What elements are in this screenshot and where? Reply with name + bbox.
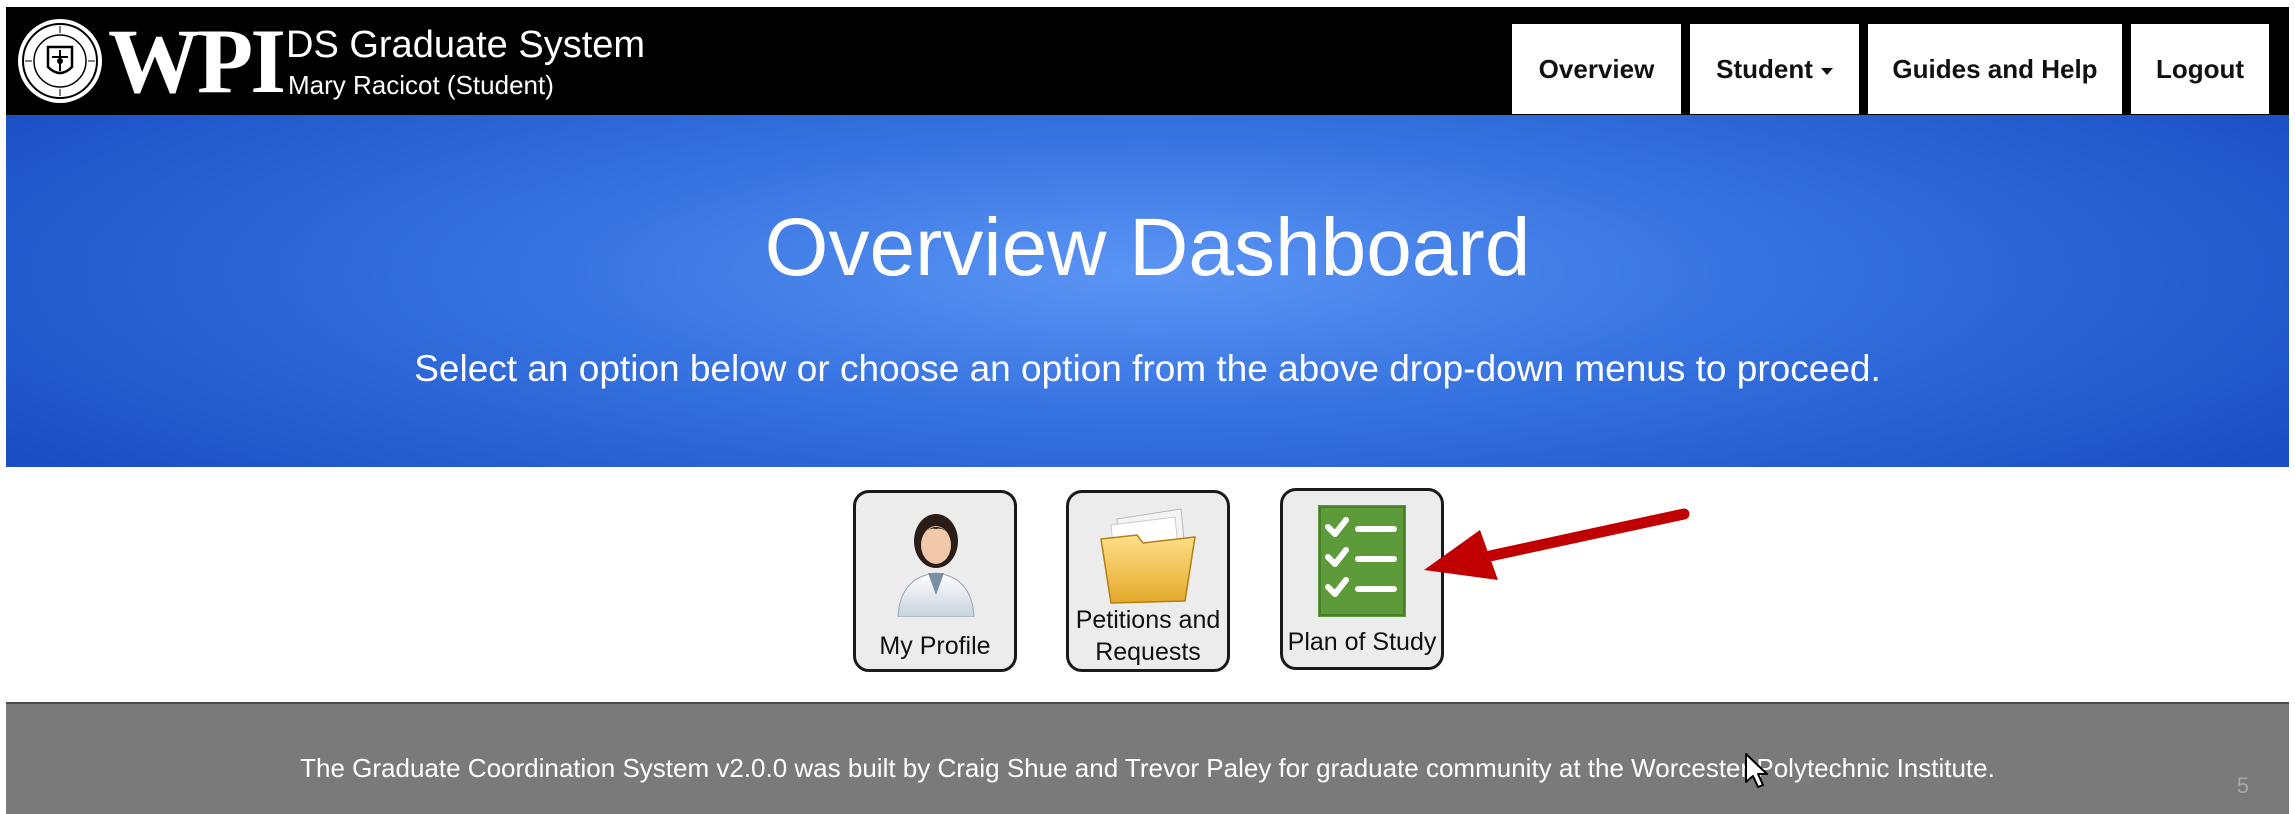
petitions-requests-tile[interactable]: Petitions and Requests <box>1066 490 1230 672</box>
nav-student-dropdown[interactable]: Student <box>1690 24 1859 114</box>
app-title[interactable]: DS Graduate System <box>286 25 645 65</box>
nav-guides-button[interactable]: Guides and Help <box>1868 24 2122 114</box>
nav-overview-button[interactable]: Overview <box>1512 24 1681 114</box>
checklist-icon <box>1318 505 1406 617</box>
my-profile-tile[interactable]: My Profile <box>853 490 1017 672</box>
nav-logout-label: Logout <box>2155 53 2245 84</box>
my-profile-label: My Profile <box>879 632 991 660</box>
top-navbar: WPI DS Graduate System Mary Racicot (Stu… <box>6 7 2289 115</box>
footer-credits: The Graduate Coordination System v2.0.0 … <box>300 753 1995 783</box>
hero-banner: Overview Dashboard Select an option belo… <box>6 115 2289 467</box>
wpi-logo[interactable]: WPI <box>108 9 286 113</box>
user-label: Mary Racicot (Student) <box>288 70 554 100</box>
nav-guides-label: Guides and Help <box>1892 53 2098 84</box>
nav-logout-button[interactable]: Logout <box>2131 24 2269 114</box>
caret-down-icon <box>1820 67 1833 75</box>
petitions-label-line1: Petitions and <box>1075 606 1221 634</box>
person-icon <box>897 514 975 617</box>
page-title: Overview Dashboard <box>764 202 1531 293</box>
slide-number: 5 <box>2236 773 2249 798</box>
folder-icon <box>1100 508 1196 604</box>
plan-of-study-label: Plan of Study <box>1287 628 1437 656</box>
petitions-label-line2: Requests <box>1095 638 1201 666</box>
mouse-cursor-icon <box>1745 753 1768 788</box>
red-arrow-icon <box>1424 508 1690 580</box>
page-subtitle: Select an option below or choose an opti… <box>414 348 1881 389</box>
nav-overview-label: Overview <box>1538 53 1655 84</box>
wpi-seal-icon <box>18 19 102 103</box>
nav-student-label: Student <box>1716 53 1813 84</box>
footer: The Graduate Coordination System v2.0.0 … <box>6 702 2289 814</box>
